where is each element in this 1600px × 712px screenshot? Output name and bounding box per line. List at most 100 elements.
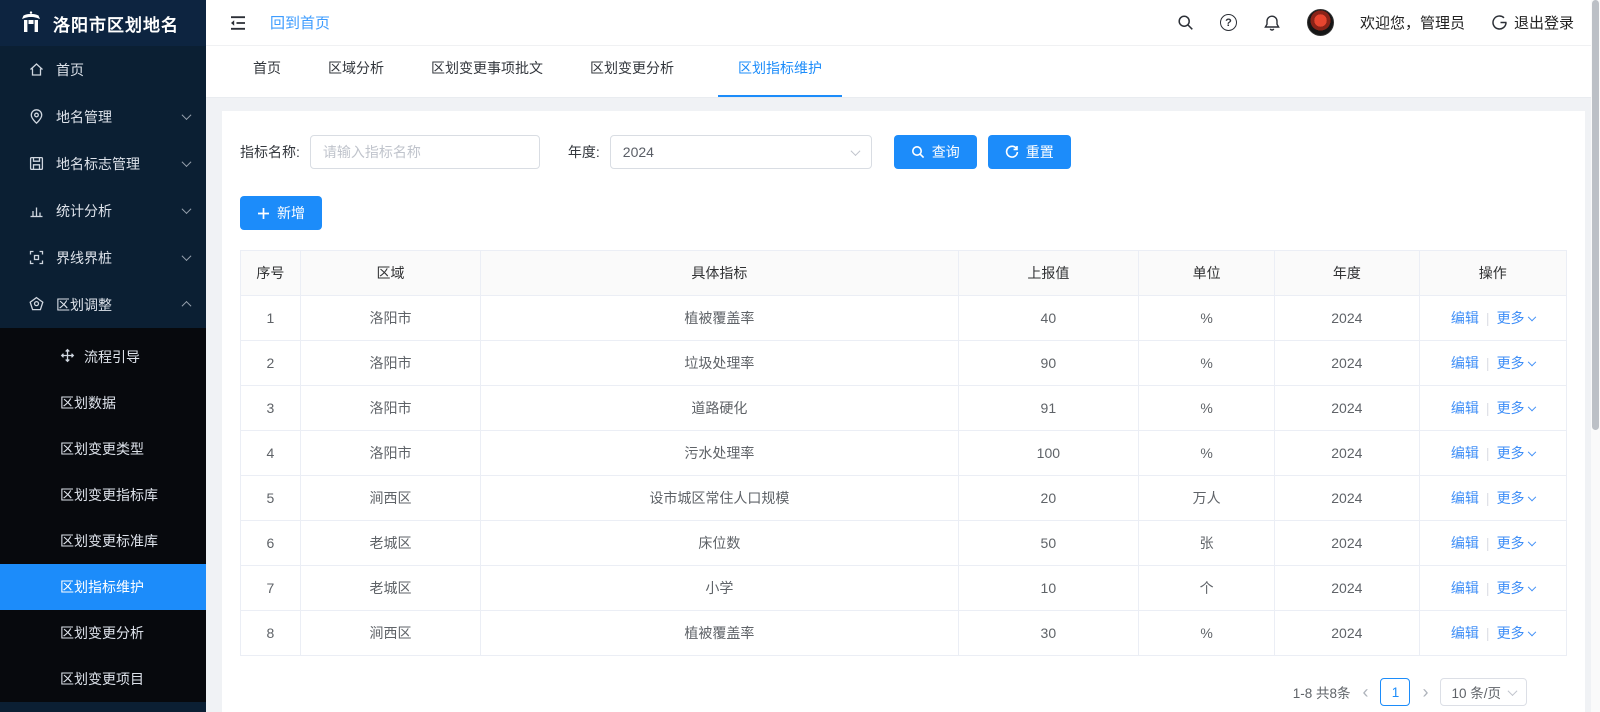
- action-divider: |: [1486, 310, 1490, 326]
- sidebar-item[interactable]: 首页: [0, 46, 206, 93]
- table-cell-unit: %: [1139, 386, 1275, 431]
- edit-link[interactable]: 编辑: [1451, 535, 1479, 551]
- sidebar-subitem-label: 区划指标维护: [60, 577, 144, 597]
- table-cell-unit: %: [1139, 431, 1275, 476]
- indicator-name-input[interactable]: [310, 135, 540, 169]
- help-icon[interactable]: ?: [1220, 14, 1237, 31]
- sidebar-item[interactable]: 统计分析: [0, 187, 206, 234]
- logout-icon: [1491, 14, 1508, 31]
- prev-page-button[interactable]: ‹: [1360, 683, 1370, 701]
- edit-link[interactable]: 编辑: [1451, 310, 1479, 326]
- page-scrollbar[interactable]: [1591, 0, 1600, 712]
- table-cell-value: 40: [958, 296, 1138, 341]
- sidebar-item-label: 区划调整: [56, 295, 112, 315]
- collapse-sidebar-icon[interactable]: [228, 15, 248, 31]
- more-link[interactable]: 更多: [1497, 490, 1535, 506]
- next-page-button[interactable]: ›: [1420, 683, 1430, 701]
- sidebar: 洛阳市区划地名 首页地名管理地名标志管理统计分析界线界桩区划调整 流程引导区划数…: [0, 0, 206, 712]
- table-cell-actions: 编辑|更多: [1419, 476, 1567, 521]
- tab-item[interactable]: 区划变更事项批文: [428, 58, 546, 97]
- table-cell-year: 2024: [1275, 296, 1419, 341]
- sidebar-subitem[interactable]: 流程引导: [0, 334, 206, 380]
- sidebar-subitem[interactable]: 区划变更类型: [0, 426, 206, 472]
- back-home-link[interactable]: 回到首页: [270, 12, 330, 33]
- location-pin-icon: [28, 108, 45, 125]
- more-link[interactable]: 更多: [1497, 445, 1535, 461]
- table-cell-actions: 编辑|更多: [1419, 611, 1567, 656]
- table-row: 7老城区小学10个2024编辑|更多: [241, 566, 1567, 611]
- sidebar-item[interactable]: 界线界桩: [0, 234, 206, 281]
- table-cell-value: 50: [958, 521, 1138, 566]
- pagination-total: 1-8 共8条: [1293, 682, 1351, 702]
- chevron-down-icon: [850, 146, 860, 156]
- sidebar-subitem[interactable]: 区划变更项目: [0, 656, 206, 702]
- table-cell-value: 10: [958, 566, 1138, 611]
- page-size-select[interactable]: 10 条/页: [1440, 678, 1527, 706]
- search-icon[interactable]: [1177, 14, 1194, 31]
- table-cell-region: 洛阳市: [300, 296, 480, 341]
- sidebar-subitem-label: 区划变更类型: [60, 439, 144, 459]
- sidebar-item[interactable]: 地名标志管理: [0, 140, 206, 187]
- chevron-down-icon: [1527, 313, 1535, 321]
- topbar: 回到首页 ? 欢迎您，管理员: [206, 0, 1600, 46]
- indicator-name-label: 指标名称:: [240, 142, 300, 162]
- edit-link[interactable]: 编辑: [1451, 580, 1479, 596]
- tab-item[interactable]: 区划指标维护: [718, 58, 842, 97]
- table-row: 4洛阳市污水处理率100%2024编辑|更多: [241, 431, 1567, 476]
- table-cell-unit: %: [1139, 611, 1275, 656]
- sidebar-subitem[interactable]: 区划数据: [0, 380, 206, 426]
- edit-link[interactable]: 编辑: [1451, 490, 1479, 506]
- table-cell-value: 30: [958, 611, 1138, 656]
- edit-link[interactable]: 编辑: [1451, 400, 1479, 416]
- sidebar-item[interactable]: 地名管理: [0, 93, 206, 140]
- page-number-button[interactable]: 1: [1380, 678, 1410, 706]
- table-cell-year: 2024: [1275, 386, 1419, 431]
- table-cell-unit: 万人: [1139, 476, 1275, 521]
- table-cell-indicator: 植被覆盖率: [481, 611, 958, 656]
- logout-button[interactable]: 退出登录: [1491, 12, 1574, 33]
- more-link[interactable]: 更多: [1497, 310, 1535, 326]
- scrollbar-thumb[interactable]: [1592, 0, 1599, 430]
- sidebar-subitem[interactable]: 区划变更指标库: [0, 472, 206, 518]
- table-row: 5涧西区设市城区常住人口规模20万人2024编辑|更多: [241, 476, 1567, 521]
- reset-button[interactable]: 重置: [988, 135, 1071, 169]
- sidebar-subitem[interactable]: 区划变更标准库: [0, 518, 206, 564]
- more-link[interactable]: 更多: [1497, 400, 1535, 416]
- table-cell-unit: %: [1139, 341, 1275, 386]
- refresh-icon: [1005, 145, 1019, 159]
- table-cell-actions: 编辑|更多: [1419, 566, 1567, 611]
- more-link[interactable]: 更多: [1497, 355, 1535, 371]
- save-disk-icon: [28, 155, 45, 172]
- sidebar-subitem[interactable]: 区划指标维护: [0, 564, 206, 610]
- table-cell-region: 洛阳市: [300, 431, 480, 476]
- user-avatar[interactable]: [1307, 9, 1334, 36]
- year-select[interactable]: 2024: [610, 135, 872, 169]
- table-cell-actions: 编辑|更多: [1419, 341, 1567, 386]
- table-cell-value: 91: [958, 386, 1138, 431]
- sidebar-subitem[interactable]: 区划变更分析: [0, 610, 206, 656]
- table-cell-indicator: 垃圾处理率: [481, 341, 958, 386]
- tab-item[interactable]: 区划变更分析: [587, 58, 677, 97]
- boundary-frame-icon: [28, 249, 45, 266]
- table-cell-actions: 编辑|更多: [1419, 386, 1567, 431]
- more-link[interactable]: 更多: [1497, 625, 1535, 641]
- table-cell-actions: 编辑|更多: [1419, 521, 1567, 566]
- topbar-right: ? 欢迎您，管理员 退出登录: [1177, 9, 1574, 36]
- search-button[interactable]: 查询: [894, 135, 977, 169]
- table-cell-indicator: 污水处理率: [481, 431, 958, 476]
- sidebar-subitem-label: 区划数据: [60, 393, 116, 413]
- notification-bell-icon[interactable]: [1263, 14, 1281, 32]
- more-link[interactable]: 更多: [1497, 535, 1535, 551]
- chevron-up-icon: [182, 301, 192, 311]
- sidebar-item-label: 统计分析: [56, 201, 112, 221]
- edit-link[interactable]: 编辑: [1451, 355, 1479, 371]
- edit-link[interactable]: 编辑: [1451, 625, 1479, 641]
- action-divider: |: [1486, 445, 1490, 461]
- add-button[interactable]: 新增: [240, 196, 322, 230]
- edit-link[interactable]: 编辑: [1451, 445, 1479, 461]
- tab-item[interactable]: 区域分析: [325, 58, 387, 97]
- more-link[interactable]: 更多: [1497, 580, 1535, 596]
- tab-item[interactable]: 首页: [250, 58, 284, 97]
- table-column-header: 上报值: [958, 251, 1138, 296]
- sidebar-item[interactable]: 区划调整: [0, 281, 206, 328]
